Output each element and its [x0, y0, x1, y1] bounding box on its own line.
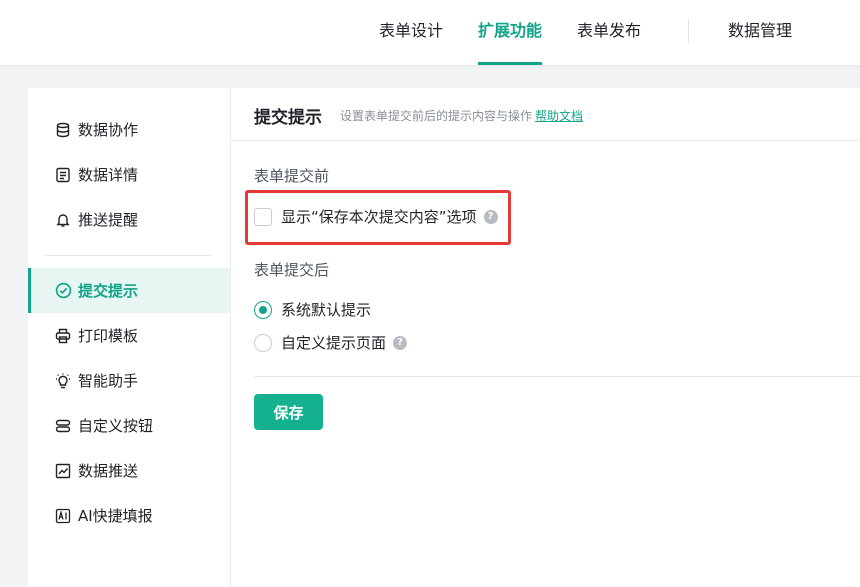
sidebar-item-ai-quick-fill[interactable]: AI快捷填报 — [28, 493, 230, 538]
sidebar-item-data-push[interactable]: 数据推送 — [28, 448, 230, 493]
help-doc-link[interactable]: 帮助文档 — [535, 109, 583, 123]
save-content-option[interactable]: 显示“保存本次提交内容”选项 ? — [254, 206, 498, 227]
sidebar-item-submit-prompt[interactable]: 提交提示 — [28, 268, 230, 313]
help-question-icon[interactable]: ? — [393, 335, 408, 350]
top-nav-bar: 表单设计 扩展功能 表单发布 数据管理 — [0, 0, 860, 65]
save-content-checkbox[interactable] — [254, 207, 272, 226]
settings-panel: 提交提示 设置表单提交前后的提示内容与操作 帮助文档 表单提交前 显示“保存本次提… — [231, 88, 860, 587]
sidebar-item-custom-button[interactable]: 自定义按钮 — [28, 403, 230, 448]
radio-label: 自定义提示页面 — [281, 334, 387, 352]
radio-button-checked[interactable] — [254, 300, 272, 319]
sidebar-item-print-template[interactable]: 打印模板 — [28, 313, 230, 358]
custom-button-icon — [54, 417, 72, 435]
printer-icon — [54, 327, 72, 345]
bell-icon — [54, 211, 72, 229]
tab-data-management[interactable]: 数据管理 — [728, 0, 792, 65]
radio-label: 系统默认提示 — [281, 301, 372, 319]
sidebar-item-label: 数据协作 — [78, 121, 139, 139]
sidebar-item-data-collaboration[interactable]: 数据协作 — [28, 107, 230, 152]
sidebar-item-label: 数据详情 — [78, 166, 139, 184]
page-title: 提交提示 — [254, 108, 322, 128]
ai-icon — [54, 507, 72, 525]
content-divider — [254, 376, 860, 377]
sidebar-item-label: 数据推送 — [78, 462, 139, 480]
sidebar-item-label: 提交提示 — [78, 282, 139, 300]
lightbulb-icon — [54, 372, 72, 390]
save-content-option-label: 显示“保存本次提交内容”选项 — [281, 208, 477, 226]
detail-list-icon — [54, 166, 72, 184]
sidebar-item-label: 推送提醒 — [78, 211, 139, 229]
sidebar-item-label: 打印模板 — [78, 327, 139, 345]
before-submit-label: 表单提交前 — [254, 167, 330, 185]
save-button[interactable]: 保存 — [254, 394, 323, 430]
sidebar-item-data-details[interactable]: 数据详情 — [28, 152, 230, 197]
radio-default-prompt[interactable]: 系统默认提示 — [254, 299, 371, 320]
line-chart-icon — [54, 462, 72, 480]
sidebar-item-smart-assistant[interactable]: 智能助手 — [28, 358, 230, 403]
tab-extensions[interactable]: 扩展功能 — [478, 0, 543, 65]
sidebar-item-label: 智能助手 — [78, 372, 139, 390]
help-question-icon[interactable]: ? — [483, 209, 498, 224]
sidebar-item-label: AI快捷填报 — [78, 507, 153, 525]
sidebar-item-label: 自定义按钮 — [78, 417, 154, 435]
tab-form-publish[interactable]: 表单发布 — [577, 0, 641, 65]
database-icon — [54, 121, 72, 139]
description-text: 设置表单提交前后的提示内容与操作 — [340, 109, 533, 123]
panel-header: 提交提示 设置表单提交前后的提示内容与操作 帮助文档 — [231, 88, 860, 141]
sidebar-item-push-reminder[interactable]: 推送提醒 — [28, 197, 230, 242]
radio-button[interactable] — [254, 333, 272, 352]
sidebar: 数据协作 数据详情 推送提醒 提交提示 打印模板 智能助手 自定义按钮 数据推送… — [28, 88, 231, 587]
sidebar-divider — [45, 255, 212, 256]
tab-form-design[interactable]: 表单设计 — [379, 0, 443, 65]
nav-divider — [688, 19, 689, 43]
check-circle-icon — [54, 282, 72, 300]
radio-custom-page[interactable]: 自定义提示页面 ? — [254, 332, 408, 353]
panel-description: 设置表单提交前后的提示内容与操作 帮助文档 — [340, 107, 583, 124]
after-submit-label: 表单提交后 — [254, 261, 330, 279]
